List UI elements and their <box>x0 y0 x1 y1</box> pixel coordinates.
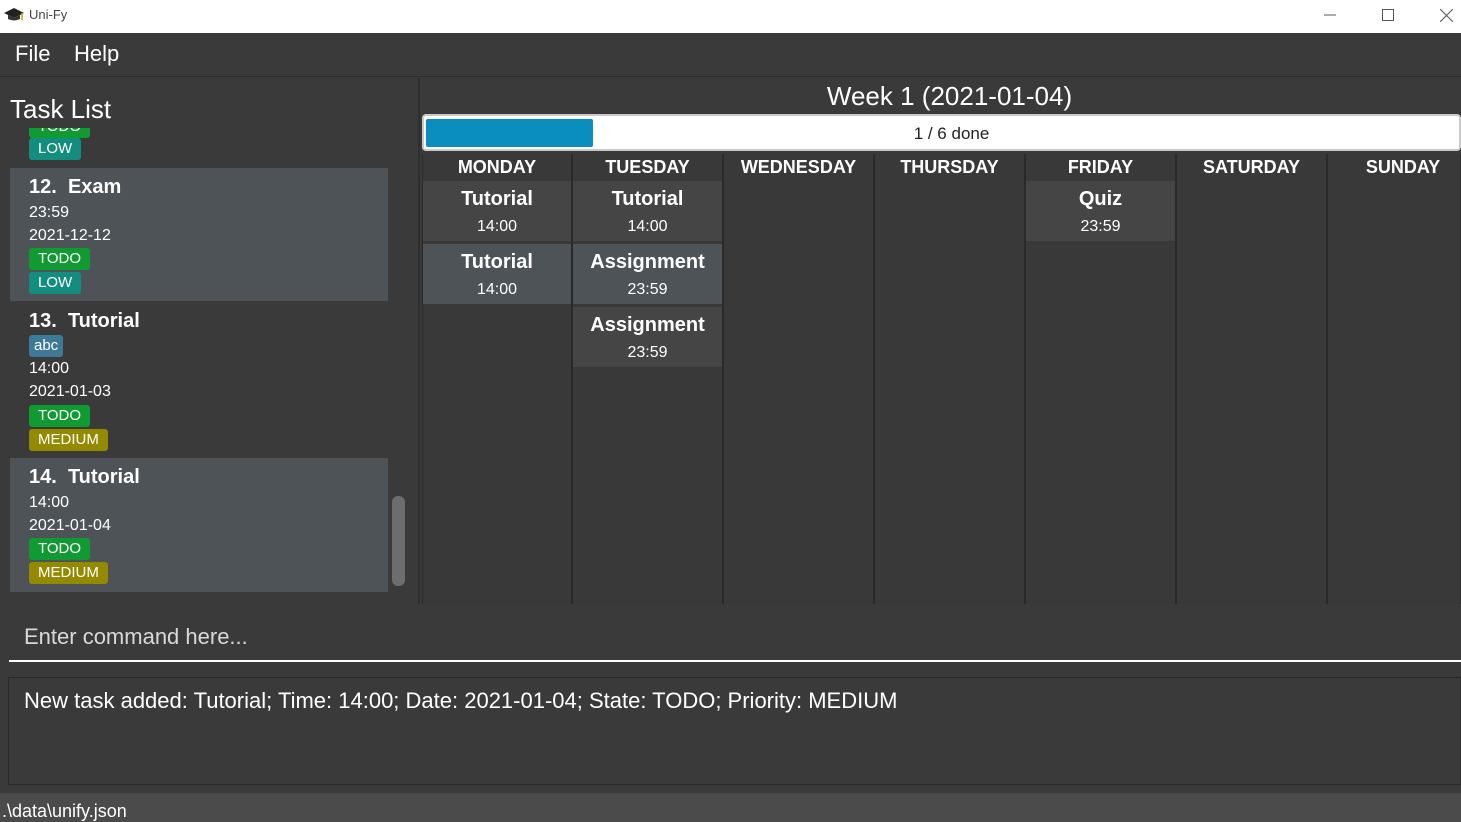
calendar-event[interactable]: Assignment 23:59 <box>573 244 722 304</box>
minimize-button[interactable] <box>1307 0 1353 30</box>
day-column-thursday: THURSDAY <box>874 154 1025 604</box>
event-name: Tutorial <box>461 188 533 210</box>
calendar-event[interactable]: Quiz 23:59 <box>1026 181 1175 241</box>
progress-label: 1 / 6 done <box>913 124 990 143</box>
result-text: New task added: Tutorial; Time: 14:00; D… <box>24 688 898 713</box>
day-column-sunday: SUNDAY <box>1327 154 1461 604</box>
list-item[interactable]: 14. Tutorial 14:00 2021-01-04 TODO MEDIU… <box>10 458 388 592</box>
calendar-panel: Week 1 (2021-01-04) 1 / 6 done MONDAY Tu… <box>422 78 1461 604</box>
list-item[interactable]: 12. Exam 23:59 2021-12-12 TODO LOW <box>10 168 388 301</box>
day-column-wednesday: WEDNESDAY <box>723 154 874 604</box>
task-title: 14. Tutorial <box>29 466 140 488</box>
maximize-icon <box>1382 9 1394 21</box>
menu-file[interactable]: File <box>15 41 50 67</box>
day-column-monday: MONDAY Tutorial 14:00 Tutorial 14:00 <box>422 154 572 604</box>
status-bar: .\data\unify.json <box>0 793 1461 822</box>
priority-badge: LOW <box>29 138 82 160</box>
scrollbar-thumb[interactable] <box>392 496 405 586</box>
result-display: New task added: Tutorial; Time: 14:00; D… <box>8 677 1461 785</box>
day-header: THURSDAY <box>900 157 999 177</box>
command-input[interactable] <box>9 614 1461 662</box>
menu-bar: File Help <box>0 33 1461 77</box>
day-column-friday: FRIDAY Quiz 23:59 <box>1025 154 1176 604</box>
event-time: 23:59 <box>1080 218 1121 235</box>
task-date: 2021-01-04 <box>29 517 111 534</box>
task-list[interactable]: TODO LOW 12. Exam 23:59 2021-12-12 TODO … <box>10 128 388 592</box>
progress-bar: 1 / 6 done <box>422 114 1461 151</box>
tag-badge: abc <box>29 335 64 357</box>
task-list-title: Task List <box>10 94 112 124</box>
minimize-icon <box>1324 14 1336 16</box>
day-header: FRIDAY <box>1067 157 1134 177</box>
calendar-event[interactable]: Tutorial 14:00 <box>423 244 571 304</box>
state-badge: TODO <box>29 405 91 427</box>
close-button[interactable] <box>1423 0 1461 30</box>
event-time: 23:59 <box>627 281 668 298</box>
calendar-event[interactable]: Tutorial 14:00 <box>573 181 722 241</box>
day-column-saturday: SATURDAY <box>1176 154 1327 604</box>
state-badge: TODO <box>29 538 91 560</box>
event-name: Quiz <box>1078 188 1123 210</box>
title-bar: Uni-Fy <box>0 0 1461 33</box>
day-header: TUESDAY <box>605 157 690 177</box>
task-date: 2021-01-03 <box>29 383 111 400</box>
task-time: 23:59 <box>29 204 70 221</box>
event-name: Tutorial <box>461 251 533 273</box>
save-location: .\data\unify.json <box>2 801 127 821</box>
task-title: 12. Exam <box>29 176 122 198</box>
event-time: 14:00 <box>627 218 668 235</box>
task-list-panel: Task List TODO LOW 12. Exam 23:59 2021-1… <box>0 78 420 604</box>
priority-badge: LOW <box>29 272 82 294</box>
task-title: 13. Tutorial <box>29 310 140 332</box>
state-badge: TODO <box>29 248 91 270</box>
list-item[interactable]: 13. Tutorial abc 14:00 2021-01-03 TODO M… <box>10 301 388 458</box>
menu-help[interactable]: Help <box>74 41 119 67</box>
event-name: Tutorial <box>611 188 684 210</box>
day-header: WEDNESDAY <box>740 157 857 177</box>
event-time: 14:00 <box>476 281 518 298</box>
state-badge: TODO <box>29 128 91 138</box>
list-item[interactable]: TODO LOW <box>10 128 388 168</box>
event-name: Assignment <box>590 251 705 273</box>
graduation-cap-icon <box>4 8 24 21</box>
day-column-tuesday: TUESDAY Tutorial 14:00 Assignment 23:59 … <box>572 154 723 604</box>
day-header: MONDAY <box>457 157 537 177</box>
event-name: Assignment <box>590 314 705 336</box>
calendar-event[interactable]: Tutorial 14:00 <box>423 181 571 241</box>
week-title: Week 1 (2021-01-04) <box>826 81 1073 111</box>
priority-badge: MEDIUM <box>29 429 108 451</box>
task-time: 14:00 <box>29 360 70 377</box>
priority-badge: MEDIUM <box>29 562 108 584</box>
day-header: SUNDAY <box>1365 157 1441 177</box>
event-time: 23:59 <box>627 344 668 361</box>
task-time: 14:00 <box>29 494 70 511</box>
window-title: Uni-Fy <box>29 7 68 22</box>
day-header: SATURDAY <box>1202 157 1300 177</box>
event-time: 14:00 <box>476 218 518 235</box>
command-box <box>0 604 1461 674</box>
close-icon <box>1439 8 1453 22</box>
maximize-button[interactable] <box>1365 0 1411 30</box>
task-date: 2021-12-12 <box>29 227 111 244</box>
calendar-event[interactable]: Assignment 23:59 <box>573 307 722 367</box>
